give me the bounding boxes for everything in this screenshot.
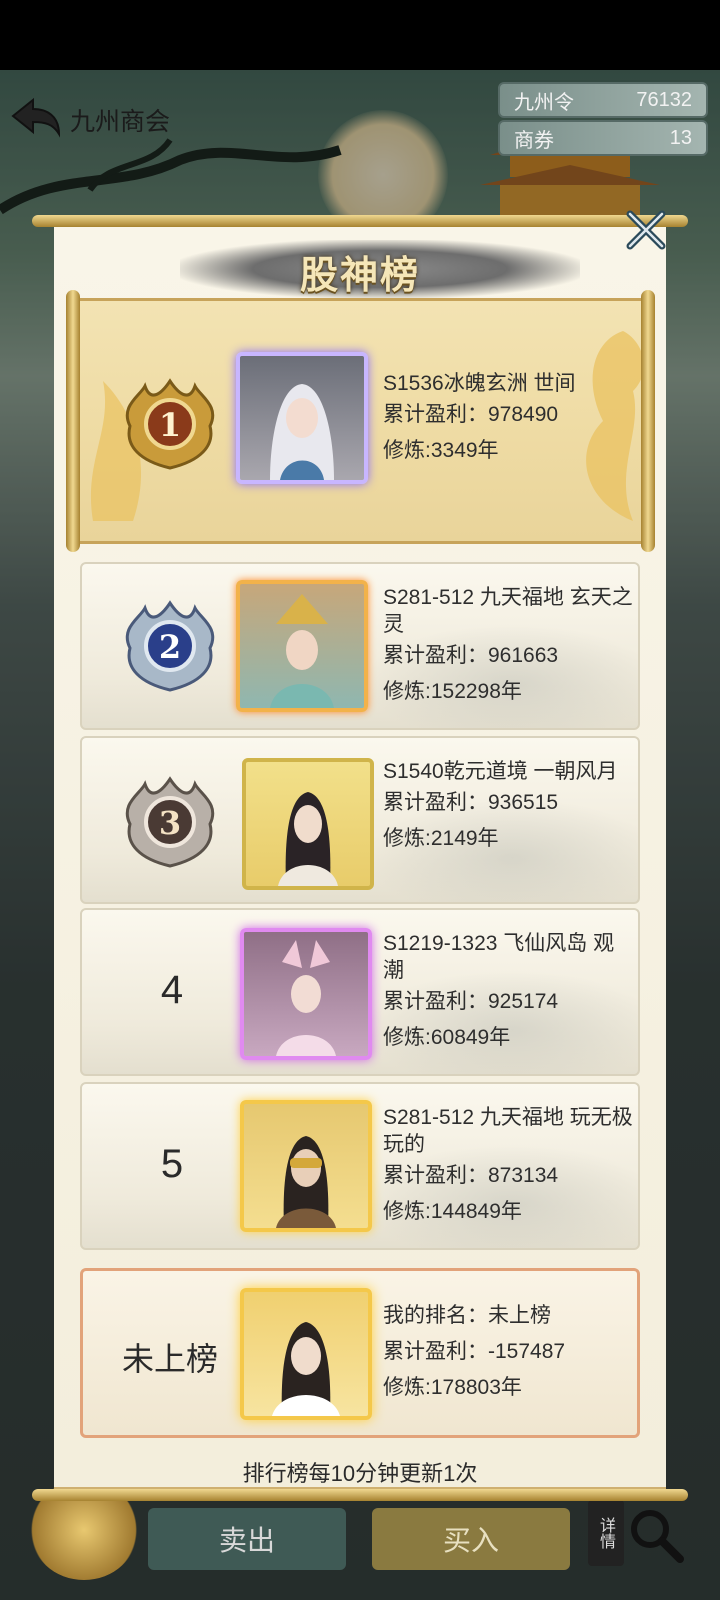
rank-4-number: 4 <box>160 968 184 1012</box>
rank-2-avatar[interactable] <box>236 580 368 712</box>
sell-button[interactable]: 卖出 <box>148 1508 346 1570</box>
rank-5-info: S281-512 九天福地 玩无极玩的 累计盈利：873134 修炼:14484… <box>383 1104 633 1230</box>
rank-2-info: S281-512 九天福地 玄天之灵 累计盈利：961663 修炼:152298… <box>383 584 633 710</box>
detail-tag[interactable]: 详情 <box>588 1500 624 1566</box>
my-rank-label: 未上榜 <box>121 1341 218 1377</box>
profit-text: 累计盈利：978490 <box>383 403 559 426</box>
avatar-figure <box>276 1136 336 1228</box>
rank-3-avatar[interactable] <box>242 758 374 890</box>
avatar-figure <box>276 940 336 1056</box>
scroll-rod-right <box>641 290 655 552</box>
avatar-figure <box>272 1322 340 1416</box>
currency-value: 13 <box>669 126 692 149</box>
currency-jiuzhouling: 九州令 76132 <box>498 82 708 118</box>
rank-1-info: S1536冰魄玄洲 世间 累计盈利：978490 修炼:3349年 <box>383 370 633 469</box>
cultivation-text: 修炼:3349年 <box>383 439 499 462</box>
avatar-figure <box>270 594 334 708</box>
close-icon[interactable] <box>624 208 668 252</box>
player-name: S1540乾元道境 一朝风月 <box>383 760 618 783</box>
cultivation-text: 修炼:152298年 <box>383 680 522 703</box>
rank-1-avatar[interactable] <box>236 352 368 484</box>
currency-shangquan: 商券 13 <box>498 120 708 156</box>
avatar-figure <box>278 792 338 886</box>
rank-1-number: 1 <box>159 406 181 444</box>
currency-name: 商券 <box>514 129 554 152</box>
back-arrow-icon <box>11 97 61 138</box>
profit-text: 累计盈利：873134 <box>383 1164 559 1187</box>
rank-2-medal-icon: 2 <box>125 600 215 692</box>
leaderboard-title: 股神榜 <box>299 252 420 297</box>
player-name: S281-512 九天福地 玩无极玩的 <box>383 1106 633 1156</box>
rank-4-avatar[interactable] <box>240 928 372 1060</box>
back-button[interactable] <box>6 92 66 144</box>
rank-3-medal-icon: 3 <box>125 776 215 868</box>
player-name: S281-512 九天福地 玄天之灵 <box>383 586 633 636</box>
update-note: 排行榜每10分钟更新1次 <box>242 1461 478 1486</box>
rank-2-number: 2 <box>159 628 181 666</box>
player-name: S1536冰魄玄洲 世间 <box>383 372 576 395</box>
buy-button[interactable]: 买入 <box>372 1508 570 1570</box>
cultivation-text: 修炼:178803年 <box>383 1376 522 1399</box>
profit-text: 累计盈利：961663 <box>383 644 559 667</box>
rank-4-info: S1219-1323 飞仙风岛 观潮 累计盈利：925174 修炼:60849年 <box>383 930 633 1056</box>
player-name: S1219-1323 飞仙风岛 观潮 <box>383 932 615 982</box>
rank-5-number: 5 <box>160 1142 184 1186</box>
profit-text: 累计盈利：925174 <box>383 990 559 1013</box>
scroll-rod-bottom <box>32 1489 688 1501</box>
scroll-rod-top <box>32 215 688 227</box>
profit-text: 累计盈利：936515 <box>383 791 559 814</box>
avatar-figure <box>270 384 334 480</box>
rank-3-number: 3 <box>159 804 181 842</box>
rank-5-avatar[interactable] <box>240 1100 372 1232</box>
cultivation-text: 修炼:2149年 <box>383 827 499 850</box>
currency-name: 九州令 <box>514 91 574 114</box>
rank-3-info: S1540乾元道境 一朝风月 累计盈利：936515 修炼:2149年 <box>383 758 633 857</box>
scroll-rod-left <box>66 290 80 552</box>
status-bar <box>0 0 720 70</box>
my-avatar[interactable] <box>240 1288 372 1420</box>
profit-text: 累计盈利：-157487 <box>383 1340 566 1363</box>
cultivation-text: 修炼:60849年 <box>383 1026 511 1049</box>
cultivation-text: 修炼:144849年 <box>383 1200 522 1223</box>
search-icon[interactable] <box>626 1505 686 1565</box>
currency-value: 76132 <box>636 88 692 111</box>
my-rank-text: 我的排名：未上榜 <box>383 1304 551 1327</box>
my-rank-info: 我的排名：未上榜 累计盈利：-157487 修炼:178803年 <box>383 1298 633 1406</box>
page-title: 九州商会 <box>70 108 171 136</box>
rank-1-medal-icon: 1 <box>125 378 215 470</box>
